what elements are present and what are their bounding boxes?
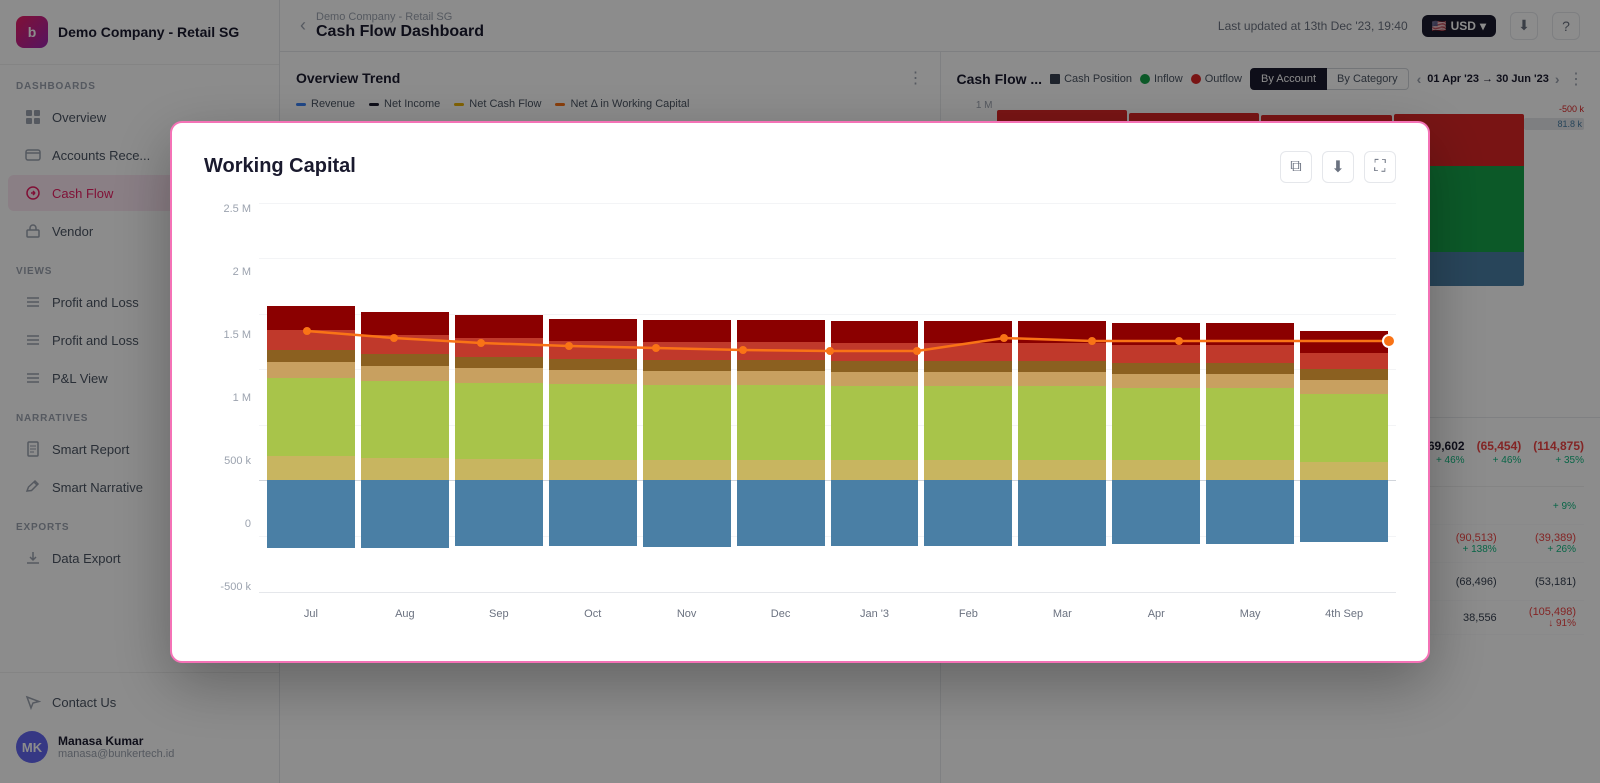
modal-copy-btn[interactable]: ⧉ xyxy=(1280,151,1312,183)
working-capital-chart: 2.5 M 2 M 1.5 M 1 M 500 k 0 -500 k xyxy=(204,203,1396,633)
y-axis: 2.5 M 2 M 1.5 M 1 M 500 k 0 -500 k xyxy=(204,203,259,593)
modal-fullscreen-btn[interactable]: ⛶ xyxy=(1364,151,1396,183)
modal-title: Working Capital xyxy=(204,155,356,178)
modal-actions: ⧉ ⬇ ⛶ xyxy=(1280,151,1396,183)
modal-header: Working Capital ⧉ ⬇ ⛶ xyxy=(204,151,1396,183)
working-capital-modal: Working Capital ⧉ ⬇ ⛶ 2.5 M 2 M 1.5 M 1 … xyxy=(170,121,1430,663)
modal-download-btn[interactable]: ⬇ xyxy=(1322,151,1354,183)
modal-overlay[interactable]: Working Capital ⧉ ⬇ ⛶ 2.5 M 2 M 1.5 M 1 … xyxy=(0,0,1600,783)
x-axis: Jul Aug Sep Oct Nov Dec Jan '3 Feb Mar A… xyxy=(259,595,1396,633)
bars-container xyxy=(259,203,1396,592)
chart-area xyxy=(259,203,1396,593)
